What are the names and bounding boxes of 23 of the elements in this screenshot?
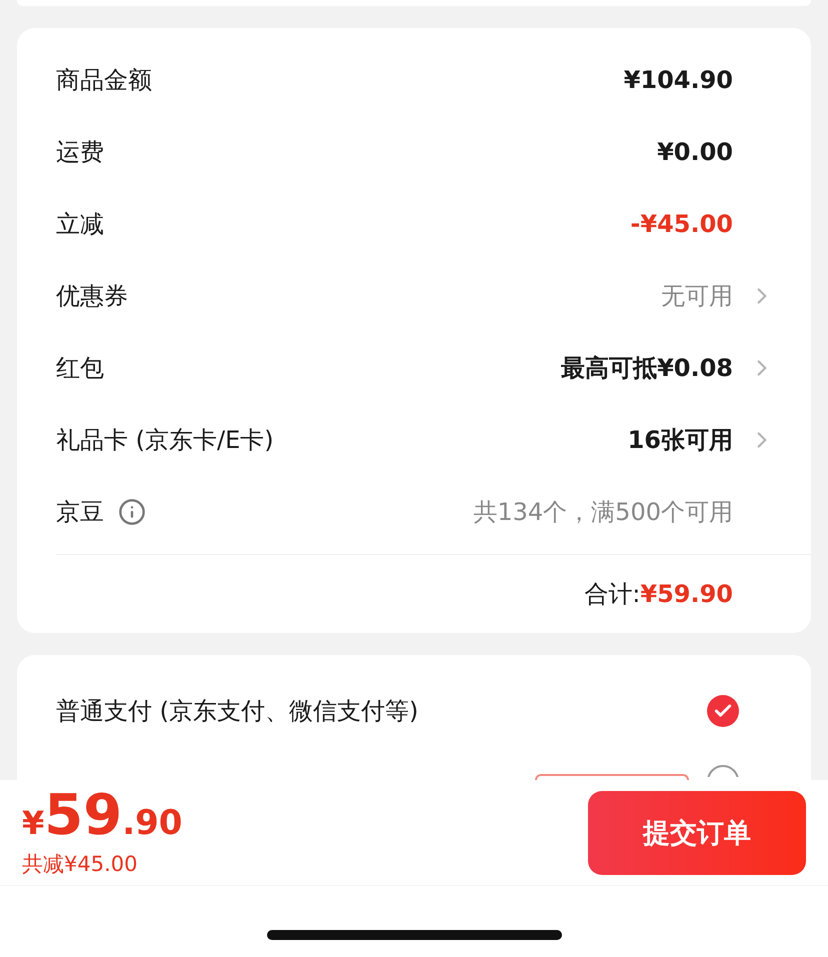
total-value: ¥59.90	[640, 580, 733, 608]
summary-label: 优惠券	[56, 281, 128, 312]
summary-label: 礼品卡 (京东卡/E卡)	[56, 425, 274, 456]
summary-label: 立减	[56, 209, 104, 240]
summary-value: ¥0.00	[657, 138, 733, 166]
radio-button[interactable]	[707, 765, 739, 777]
summary-value: ¥104.90	[624, 66, 733, 94]
payment-option-label[interactable]: 普通支付 (京东支付、微信支付等)	[56, 695, 418, 727]
summary-value: 16张可用	[628, 425, 733, 456]
info-icon[interactable]	[118, 498, 146, 526]
total-price: ¥59.90	[22, 788, 182, 844]
summary-label: 商品金额	[56, 65, 152, 96]
summary-label: 红包	[56, 353, 104, 384]
total-label: 合计:	[584, 579, 640, 610]
summary-value: -¥45.00	[630, 210, 733, 238]
summary-label: 京豆	[56, 497, 104, 528]
radio-button[interactable]	[707, 695, 739, 727]
summary-value: 共134个，满500个可用	[473, 497, 733, 528]
submit-order-button[interactable]: 提交订单	[588, 790, 806, 874]
summary-value: 最高可抵¥0.08	[561, 353, 733, 384]
summary-value: 无可用	[661, 281, 733, 312]
saving-text: 共减¥45.00	[22, 850, 138, 878]
summary-label: 运费	[56, 137, 104, 168]
